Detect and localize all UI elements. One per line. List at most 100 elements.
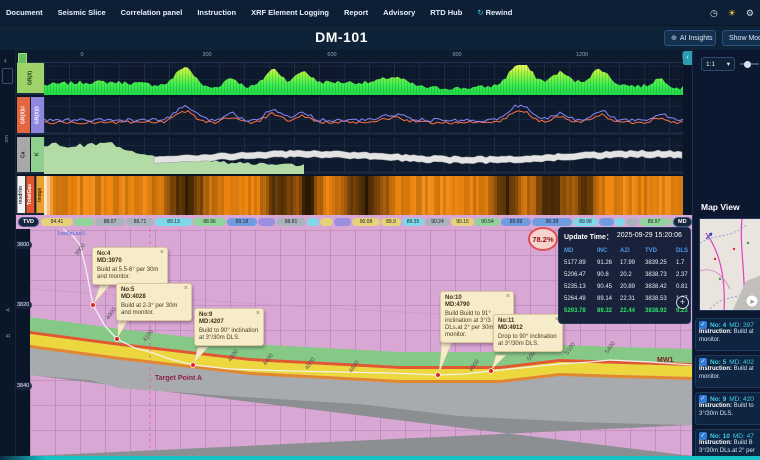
instruction-card[interactable]: ✓No: 9MD: 420Instruction: Build to3°/30m… (695, 392, 760, 425)
tvd-ruler-segment: 90.15 (451, 218, 474, 226)
tvd-ruler-segment (599, 218, 614, 226)
left-panel-box (2, 68, 13, 84)
callout-text: Build to 90° inclination at 3°/30m DLS. (199, 328, 259, 342)
tvd-ruler-segment: 89.35 (402, 218, 424, 226)
checkbox-checked[interactable]: ✓ (699, 395, 707, 403)
menu-item-rewind[interactable]: ↻Rewind (477, 8, 512, 17)
survey-cell: 22.44 (620, 305, 645, 317)
instruction-callout[interactable]: ×No:9MD:4207Build to 90° inclination at … (194, 308, 264, 346)
track-label: Ca (16, 137, 30, 172)
menu-item-correlation-panel[interactable]: Correlation panel (121, 8, 183, 17)
track-label: K (30, 137, 44, 172)
instruction-list: ✓No: 4MD: 397Instruction: Build atmonito… (695, 318, 760, 460)
survey-cell: 91.26 (597, 257, 620, 269)
close-icon[interactable]: × (160, 250, 164, 256)
instruction-card[interactable]: ✓No: 4MD: 397Instruction: Build atmonito… (695, 318, 760, 351)
track-gr-curves[interactable]: GR(X)UGR(X)D (16, 97, 683, 135)
instruction-callout[interactable]: ×No:5MD:4028Build at 2-3° per 30m and mo… (116, 283, 192, 321)
close-icon[interactable]: × (506, 294, 510, 300)
survey-cell: 20.89 (620, 281, 645, 293)
track-gamma[interactable]: GR(X) (16, 63, 683, 95)
tvd-ruler-segment: 89.97 (640, 218, 668, 226)
callout-header: No:9 (199, 312, 259, 319)
scale-tick: 600 (327, 52, 336, 58)
theme-sun-icon[interactable]: ☀ (728, 8, 736, 19)
menu-item-seismic-slice[interactable]: Seismic Slice (58, 8, 106, 17)
card-row: ✓No: 5MD: 402 (699, 358, 760, 366)
menu-item-xrf-element-logging[interactable]: XRF Element Logging (251, 8, 329, 17)
menu-item-report[interactable]: Report (344, 8, 368, 17)
card-md: MD: 397 (729, 322, 754, 329)
close-icon[interactable]: × (184, 286, 188, 292)
survey-cell: 0.81 (676, 281, 690, 293)
tvd-ruler-segments: 84.4188.0789.7189.1388.9689.1888.8190.08… (41, 218, 673, 227)
checkbox-checked[interactable]: ✓ (699, 358, 707, 366)
track-totalgas-image[interactable]: msdrlmTotalGasimage (16, 176, 683, 215)
page-title: DM-101 (0, 29, 683, 45)
survey-cell: 5177.89 (564, 257, 597, 269)
collapse-panel-button[interactable]: ‹ (683, 51, 692, 65)
checkbox-checked[interactable]: ✓ (699, 321, 707, 329)
survey-col-header: INC (597, 245, 620, 257)
tvd-ruler-segment: 88.81 (276, 218, 306, 226)
left-collapsed-panel[interactable]: ‹ om A B (0, 50, 16, 456)
scale-slider[interactable] (740, 63, 759, 65)
ai-insights-button[interactable]: ⊕AI Insights (664, 30, 716, 46)
slider-knob[interactable] (744, 61, 751, 68)
md-ruler-label: MD (673, 217, 692, 227)
instruction-callout[interactable]: ×No:4MD:3970Build at 5.5-6° per 30m and … (92, 247, 168, 285)
show-mode-button[interactable]: Show Mode (722, 30, 760, 46)
menu-item-advisory[interactable]: Advisory (383, 8, 415, 17)
tvd-ruler-segment: 89.18 (227, 218, 257, 226)
survey-cell: 90.8 (597, 269, 620, 281)
menu-item-instruction[interactable]: Instruction (197, 8, 236, 17)
tvd-ruler-segment: 88.96 (193, 218, 226, 226)
callout-header: No:5 (121, 287, 187, 294)
track-ca-k[interactable]: CaK (16, 137, 683, 174)
card-md: MD: 47 (733, 433, 754, 440)
menu-item-rtd-hub[interactable]: RTD Hub (430, 8, 462, 17)
history-icon[interactable]: ◷ (710, 8, 718, 19)
menu-item-document[interactable]: Document (6, 8, 43, 17)
tvd-ruler-segment: 88.07 (95, 218, 125, 226)
survey-cell: 1.7 (676, 257, 690, 269)
svg-text:➤: ➤ (749, 299, 755, 306)
callout-text: Build at 5.5-6° per 30m and monitor. (97, 267, 163, 281)
chevron-left-icon[interactable]: ‹ (4, 56, 7, 65)
tvd-ruler-segment (615, 218, 625, 226)
survey-cell: 5235.13 (564, 281, 597, 293)
survey-col-header: TVD (645, 245, 676, 257)
tvd-ruler-segment: 89.13 (155, 218, 192, 226)
map-view-thumbnail[interactable]: ➤ (699, 218, 760, 311)
tvd-ruler-segment (626, 218, 639, 226)
card-no: No: 10 (710, 433, 730, 440)
rewind-icon: ↻ (477, 8, 483, 17)
track-label: GR(X) (16, 63, 44, 93)
tvd-ruler-segment (74, 218, 94, 226)
left-marker-a: A (6, 308, 12, 312)
scale-tick: 0 (80, 52, 83, 58)
track-totalgas-image-labels: msdrlmTotalGasimage (16, 176, 44, 213)
tvd-ruler-segment: 90.38 (532, 218, 572, 226)
close-icon[interactable]: × (256, 311, 260, 317)
settings-gear-icon[interactable]: ⚙ (746, 8, 754, 19)
checkbox-checked[interactable]: ✓ (699, 432, 707, 440)
instruction-callout[interactable]: ×No:11MD:4912Drop to 90° inclination at … (493, 314, 563, 352)
callout-md: MD:4912 (498, 325, 558, 332)
tvd-ruler-segment: 90.24 (425, 218, 450, 226)
track-ca-k-labels: CaK (16, 137, 44, 172)
zoom-ratio-select[interactable]: 1:1▾ (701, 57, 735, 71)
completion-badge: 78.2% (528, 227, 558, 251)
card-instruction: Instruction: Build to (699, 403, 760, 411)
track-label: TotalGas (25, 176, 34, 213)
card-instruction2: monitor. (699, 374, 760, 382)
instruction-card[interactable]: ✓No: 5MD: 402Instruction: Build atmonito… (695, 355, 760, 388)
track-gamma-labels: GR(X) (16, 63, 44, 93)
tvd-ruler-segment: 90.08 (352, 218, 380, 226)
tvd-ruler-segment: 84.41 (41, 218, 73, 226)
add-button[interactable]: + (676, 296, 689, 309)
track-label: GR(X)U (16, 97, 30, 133)
card-no: No: 9 (710, 396, 726, 403)
card-no: No: 5 (710, 359, 726, 366)
app-screen: Document Seismic Slice Correlation panel In… (0, 0, 760, 460)
